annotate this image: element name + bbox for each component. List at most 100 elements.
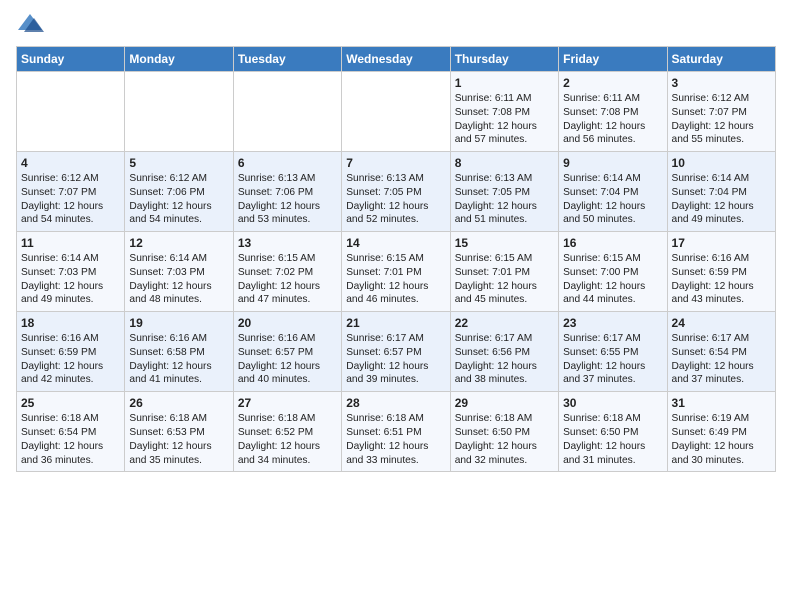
calendar-cell: 30 Sunrise: 6:18 AM Sunset: 6:50 PM Dayli… (559, 392, 667, 472)
calendar-cell: 15Sunrise: 6:15 AM Sunset: 7:01 PM Dayli… (450, 232, 558, 312)
day-number: 11 (21, 236, 120, 250)
day-number: 2 (563, 76, 662, 90)
calendar-cell: 3 Sunrise: 6:12 AM Sunset: 7:07 PM Daylig… (667, 72, 775, 152)
day-number: 26 (129, 396, 228, 410)
cell-content: Sunrise: 6:16 AM Sunset: 6:59 PM Dayligh… (21, 332, 120, 387)
calendar-cell: 2Sunrise: 6:11 AM Sunset: 7:08 PM Daylig… (559, 72, 667, 152)
calendar-cell: 4Sunrise: 6:12 AM Sunset: 7:07 PM Daylig… (17, 152, 125, 232)
calendar-cell (342, 72, 450, 152)
calendar-cell: 21 Sunrise: 6:17 AM Sunset: 6:57 PM Dayli… (342, 312, 450, 392)
day-number: 12 (129, 236, 228, 250)
calendar-cell: 20 Sunrise: 6:16 AM Sunset: 6:57 PM Dayli… (233, 312, 341, 392)
calendar-cell (125, 72, 233, 152)
cell-content: Sunrise: 6:17 AM Sunset: 6:57 PM Dayligh… (346, 332, 445, 387)
day-number: 24 (672, 316, 771, 330)
calendar-week-3: 18 Sunrise: 6:16 AM Sunset: 6:59 PM Dayli… (17, 312, 776, 392)
calendar-cell: 24Sunrise: 6:17 AM Sunset: 6:54 PM Dayli… (667, 312, 775, 392)
col-header-thursday: Thursday (450, 47, 558, 72)
day-number: 25 (21, 396, 120, 410)
calendar-cell: 5 Sunrise: 6:12 AM Sunset: 7:06 PM Daylig… (125, 152, 233, 232)
day-number: 21 (346, 316, 445, 330)
day-number: 20 (238, 316, 337, 330)
day-number: 9 (563, 156, 662, 170)
calendar-cell: 7 Sunrise: 6:13 AM Sunset: 7:05 PM Daylig… (342, 152, 450, 232)
calendar-cell: 12Sunrise: 6:14 AM Sunset: 7:03 PM Dayli… (125, 232, 233, 312)
cell-content: Sunrise: 6:12 AM Sunset: 7:07 PM Dayligh… (21, 172, 120, 227)
col-header-sunday: Sunday (17, 47, 125, 72)
calendar-cell: 8 Sunrise: 6:13 AM Sunset: 7:05 PM Daylig… (450, 152, 558, 232)
col-header-wednesday: Wednesday (342, 47, 450, 72)
day-number: 14 (346, 236, 445, 250)
calendar-cell (17, 72, 125, 152)
cell-content: Sunrise: 6:17 AM Sunset: 6:56 PM Dayligh… (455, 332, 554, 387)
cell-content: Sunrise: 6:18 AM Sunset: 6:53 PM Dayligh… (129, 412, 228, 467)
day-number: 22 (455, 316, 554, 330)
day-number: 1 (455, 76, 554, 90)
cell-content: Sunrise: 6:16 AM Sunset: 6:57 PM Dayligh… (238, 332, 337, 387)
page: SundayMondayTuesdayWednesdayThursdayFrid… (0, 0, 792, 482)
calendar-cell: 27 Sunrise: 6:18 AM Sunset: 6:52 PM Dayli… (233, 392, 341, 472)
day-number: 15 (455, 236, 554, 250)
calendar-week-2: 11 Sunrise: 6:14 AM Sunset: 7:03 PM Dayli… (17, 232, 776, 312)
cell-content: Sunrise: 6:18 AM Sunset: 6:50 PM Dayligh… (563, 412, 662, 467)
cell-content: Sunrise: 6:12 AM Sunset: 7:07 PM Dayligh… (672, 92, 771, 147)
cell-content: Sunrise: 6:19 AM Sunset: 6:49 PM Dayligh… (672, 412, 771, 467)
day-number: 29 (455, 396, 554, 410)
col-header-tuesday: Tuesday (233, 47, 341, 72)
cell-content: Sunrise: 6:12 AM Sunset: 7:06 PM Dayligh… (129, 172, 228, 227)
calendar-cell: 11 Sunrise: 6:14 AM Sunset: 7:03 PM Dayli… (17, 232, 125, 312)
day-number: 10 (672, 156, 771, 170)
day-number: 28 (346, 396, 445, 410)
calendar-week-0: 1 Sunrise: 6:11 AM Sunset: 7:08 PM Daylig… (17, 72, 776, 152)
calendar-cell: 28 Sunrise: 6:18 AM Sunset: 6:51 PM Dayli… (342, 392, 450, 472)
day-number: 5 (129, 156, 228, 170)
day-number: 3 (672, 76, 771, 90)
calendar-cell: 13 Sunrise: 6:15 AM Sunset: 7:02 PM Dayli… (233, 232, 341, 312)
calendar-week-4: 25 Sunrise: 6:18 AM Sunset: 6:54 PM Dayli… (17, 392, 776, 472)
day-number: 18 (21, 316, 120, 330)
cell-content: Sunrise: 6:18 AM Sunset: 6:52 PM Dayligh… (238, 412, 337, 467)
calendar-cell: 25 Sunrise: 6:18 AM Sunset: 6:54 PM Dayli… (17, 392, 125, 472)
day-number: 7 (346, 156, 445, 170)
cell-content: Sunrise: 6:13 AM Sunset: 7:05 PM Dayligh… (455, 172, 554, 227)
calendar-cell: 1 Sunrise: 6:11 AM Sunset: 7:08 PM Daylig… (450, 72, 558, 152)
day-number: 27 (238, 396, 337, 410)
day-number: 6 (238, 156, 337, 170)
col-header-friday: Friday (559, 47, 667, 72)
cell-content: Sunrise: 6:18 AM Sunset: 6:51 PM Dayligh… (346, 412, 445, 467)
cell-content: Sunrise: 6:14 AM Sunset: 7:04 PM Dayligh… (563, 172, 662, 227)
day-number: 31 (672, 396, 771, 410)
cell-content: Sunrise: 6:17 AM Sunset: 6:55 PM Dayligh… (563, 332, 662, 387)
day-number: 16 (563, 236, 662, 250)
col-header-saturday: Saturday (667, 47, 775, 72)
logo-icon (16, 10, 44, 38)
cell-content: Sunrise: 6:16 AM Sunset: 6:58 PM Dayligh… (129, 332, 228, 387)
calendar-cell: 17Sunrise: 6:16 AM Sunset: 6:59 PM Dayli… (667, 232, 775, 312)
calendar-cell: 10Sunrise: 6:14 AM Sunset: 7:04 PM Dayli… (667, 152, 775, 232)
cell-content: Sunrise: 6:15 AM Sunset: 7:02 PM Dayligh… (238, 252, 337, 307)
header (16, 10, 776, 38)
cell-content: Sunrise: 6:15 AM Sunset: 7:00 PM Dayligh… (563, 252, 662, 307)
cell-content: Sunrise: 6:13 AM Sunset: 7:06 PM Dayligh… (238, 172, 337, 227)
day-number: 13 (238, 236, 337, 250)
col-header-monday: Monday (125, 47, 233, 72)
cell-content: Sunrise: 6:15 AM Sunset: 7:01 PM Dayligh… (346, 252, 445, 307)
cell-content: Sunrise: 6:14 AM Sunset: 7:03 PM Dayligh… (21, 252, 120, 307)
cell-content: Sunrise: 6:18 AM Sunset: 6:50 PM Dayligh… (455, 412, 554, 467)
calendar-cell: 19 Sunrise: 6:16 AM Sunset: 6:58 PM Dayli… (125, 312, 233, 392)
calendar-cell (233, 72, 341, 152)
day-number: 30 (563, 396, 662, 410)
calendar-cell: 26 Sunrise: 6:18 AM Sunset: 6:53 PM Dayli… (125, 392, 233, 472)
calendar-header-row: SundayMondayTuesdayWednesdayThursdayFrid… (17, 47, 776, 72)
cell-content: Sunrise: 6:18 AM Sunset: 6:54 PM Dayligh… (21, 412, 120, 467)
day-number: 8 (455, 156, 554, 170)
day-number: 17 (672, 236, 771, 250)
cell-content: Sunrise: 6:13 AM Sunset: 7:05 PM Dayligh… (346, 172, 445, 227)
cell-content: Sunrise: 6:11 AM Sunset: 7:08 PM Dayligh… (455, 92, 554, 147)
calendar: SundayMondayTuesdayWednesdayThursdayFrid… (16, 46, 776, 472)
day-number: 19 (129, 316, 228, 330)
calendar-cell: 14 Sunrise: 6:15 AM Sunset: 7:01 PM Dayli… (342, 232, 450, 312)
calendar-cell: 9 Sunrise: 6:14 AM Sunset: 7:04 PM Daylig… (559, 152, 667, 232)
calendar-cell: 16 Sunrise: 6:15 AM Sunset: 7:00 PM Dayli… (559, 232, 667, 312)
calendar-cell: 22 Sunrise: 6:17 AM Sunset: 6:56 PM Dayli… (450, 312, 558, 392)
